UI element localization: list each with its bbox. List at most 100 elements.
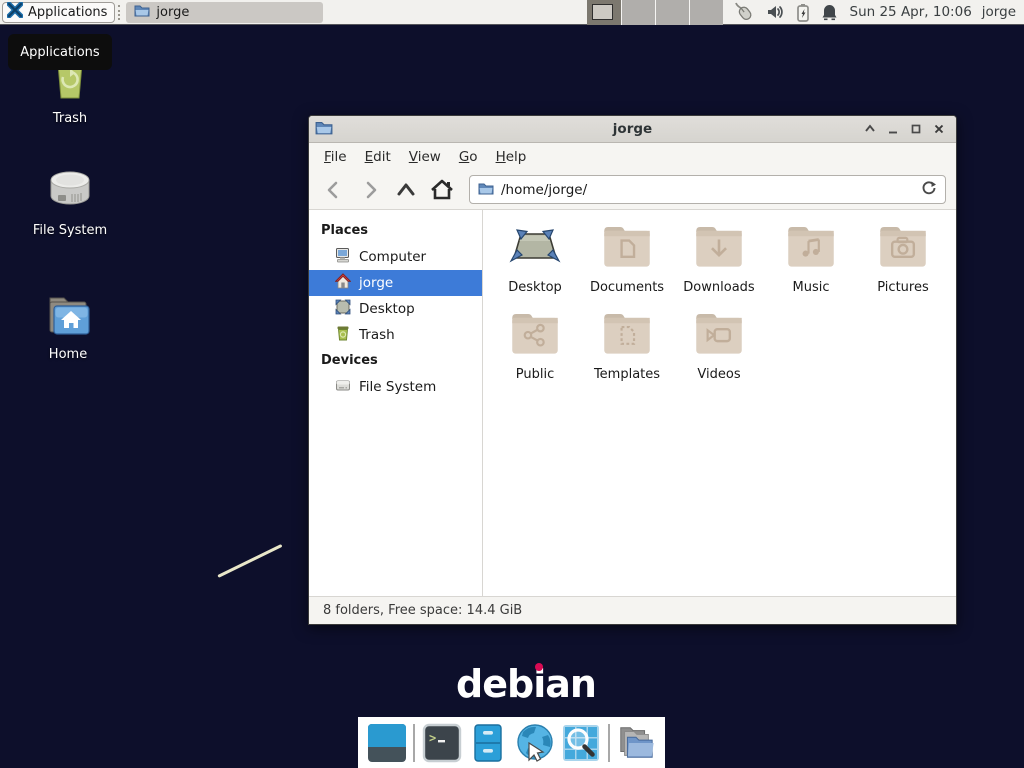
sidebar: Places Computer bbox=[309, 210, 483, 596]
sidebar-item-computer[interactable]: Computer bbox=[309, 244, 482, 270]
applications-tooltip: Applications bbox=[8, 34, 112, 70]
home-button[interactable] bbox=[425, 176, 459, 204]
folder-pictures-icon bbox=[877, 222, 929, 274]
file-pane[interactable]: Desktop Documents bbox=[483, 210, 956, 596]
desktop-icon bbox=[335, 299, 351, 319]
panel-clock[interactable]: Sun 25 Apr, 10:06 bbox=[850, 4, 972, 20]
statusbar: 8 folders, Free space: 14.4 GiB bbox=[309, 596, 956, 624]
sidebar-item-desktop[interactable]: Desktop bbox=[309, 296, 482, 322]
desktop-icon-file-system[interactable]: File System bbox=[15, 168, 125, 238]
menu-help[interactable]: Help bbox=[487, 145, 536, 169]
file-item-label: Templates bbox=[594, 367, 660, 382]
sidebar-item-file-system[interactable]: File System bbox=[309, 374, 482, 400]
file-manager-window: jorge File Edit View Go Help bbox=[308, 115, 957, 625]
applications-menu-button[interactable]: Applications bbox=[2, 2, 115, 23]
menu-view[interactable]: View bbox=[400, 145, 450, 169]
up-button[interactable] bbox=[389, 176, 423, 204]
desktop-icon-home[interactable]: Home bbox=[13, 292, 123, 362]
workspace-1[interactable] bbox=[587, 0, 621, 25]
folder-documents-icon bbox=[601, 222, 653, 274]
status-text: 8 folders, Free space: 14.4 GiB bbox=[323, 603, 522, 618]
devices-header: Devices bbox=[309, 348, 482, 374]
wallpaper-swirl-line bbox=[217, 544, 282, 578]
location-path[interactable]: /home/jorge/ bbox=[501, 182, 914, 198]
folder-videos-icon bbox=[693, 309, 745, 361]
computer-icon bbox=[335, 247, 351, 267]
back-button[interactable] bbox=[317, 176, 351, 204]
debian-logo-part3: an bbox=[545, 662, 596, 706]
desktop-icon-label: File System bbox=[33, 223, 107, 238]
folder-music-icon bbox=[785, 222, 837, 274]
file-item-label: Videos bbox=[697, 367, 740, 382]
workspace-2[interactable] bbox=[621, 0, 655, 25]
sidebar-item-label: jorge bbox=[359, 275, 393, 291]
home-icon bbox=[335, 273, 351, 293]
file-item-public[interactable]: Public bbox=[489, 309, 581, 382]
titlebar[interactable]: jorge bbox=[309, 116, 956, 143]
dock-separator bbox=[413, 724, 415, 762]
show-desktop-icon[interactable] bbox=[367, 723, 407, 763]
volume-icon[interactable] bbox=[766, 3, 785, 21]
menubar: File Edit View Go Help bbox=[309, 143, 956, 170]
file-item-music[interactable]: Music bbox=[765, 222, 857, 295]
system-tray bbox=[733, 2, 838, 22]
file-item-label: Documents bbox=[590, 280, 664, 295]
toolbar: /home/jorge/ bbox=[309, 170, 956, 210]
file-item-label: Public bbox=[516, 367, 554, 382]
file-item-pictures[interactable]: Pictures bbox=[857, 222, 949, 295]
shade-button[interactable] bbox=[860, 120, 879, 139]
file-item-documents[interactable]: Documents bbox=[581, 222, 673, 295]
window-controls bbox=[860, 120, 956, 139]
workspace-3[interactable] bbox=[655, 0, 689, 25]
file-manager-folder-icon[interactable] bbox=[616, 723, 656, 763]
dock: > bbox=[358, 717, 665, 768]
taskbar-window-button[interactable]: jorge bbox=[126, 2, 323, 23]
location-bar[interactable]: /home/jorge/ bbox=[469, 175, 946, 204]
file-cabinet-icon[interactable] bbox=[468, 723, 508, 763]
window-body: Places Computer bbox=[309, 210, 956, 596]
workspace-pager[interactable] bbox=[587, 0, 723, 25]
sidebar-item-label: Computer bbox=[359, 249, 426, 265]
close-button[interactable] bbox=[929, 120, 948, 139]
file-item-downloads[interactable]: Downloads bbox=[673, 222, 765, 295]
desktop-icon-label: Trash bbox=[53, 111, 87, 126]
panel-username[interactable]: jorge bbox=[982, 4, 1016, 20]
places-header: Places bbox=[309, 218, 482, 244]
terminal-icon[interactable]: > bbox=[422, 723, 462, 763]
menu-edit[interactable]: Edit bbox=[356, 145, 400, 169]
folder-icon bbox=[134, 3, 150, 21]
folder-downloads-icon bbox=[693, 222, 745, 274]
app-finder-icon[interactable] bbox=[561, 723, 601, 763]
file-item-desktop[interactable]: Desktop bbox=[489, 222, 581, 295]
minimize-button[interactable] bbox=[883, 120, 902, 139]
battery-icon[interactable] bbox=[796, 3, 810, 22]
debian-logo: debian bbox=[456, 662, 596, 706]
workspace-4[interactable] bbox=[689, 0, 723, 25]
sidebar-item-jorge[interactable]: jorge bbox=[309, 270, 482, 296]
mouse-icon[interactable] bbox=[733, 2, 755, 22]
desktop-surface-icon bbox=[509, 222, 561, 274]
window-title: jorge bbox=[309, 121, 956, 137]
folder-icon bbox=[478, 180, 494, 199]
applications-icon bbox=[7, 2, 23, 22]
file-item-videos[interactable]: Videos bbox=[673, 309, 765, 382]
reload-icon[interactable] bbox=[921, 180, 937, 200]
folder-public-icon bbox=[509, 309, 561, 361]
file-item-label: Desktop bbox=[508, 280, 562, 295]
file-item-label: Music bbox=[793, 280, 830, 295]
applications-label: Applications bbox=[28, 5, 107, 20]
debian-logo-i: i bbox=[533, 662, 545, 706]
folder-templates-icon bbox=[601, 309, 653, 361]
forward-button[interactable] bbox=[353, 176, 387, 204]
menu-file[interactable]: File bbox=[315, 145, 356, 169]
window-folder-icon bbox=[315, 119, 333, 139]
dock-separator bbox=[608, 724, 610, 762]
sidebar-item-trash[interactable]: Trash bbox=[309, 322, 482, 348]
menu-go[interactable]: Go bbox=[450, 145, 487, 169]
taskbar-window-label: jorge bbox=[156, 5, 189, 20]
maximize-button[interactable] bbox=[906, 120, 925, 139]
bell-icon[interactable] bbox=[821, 3, 838, 21]
web-browser-icon[interactable] bbox=[515, 723, 555, 763]
sidebar-item-label: Trash bbox=[359, 327, 395, 343]
file-item-templates[interactable]: Templates bbox=[581, 309, 673, 382]
